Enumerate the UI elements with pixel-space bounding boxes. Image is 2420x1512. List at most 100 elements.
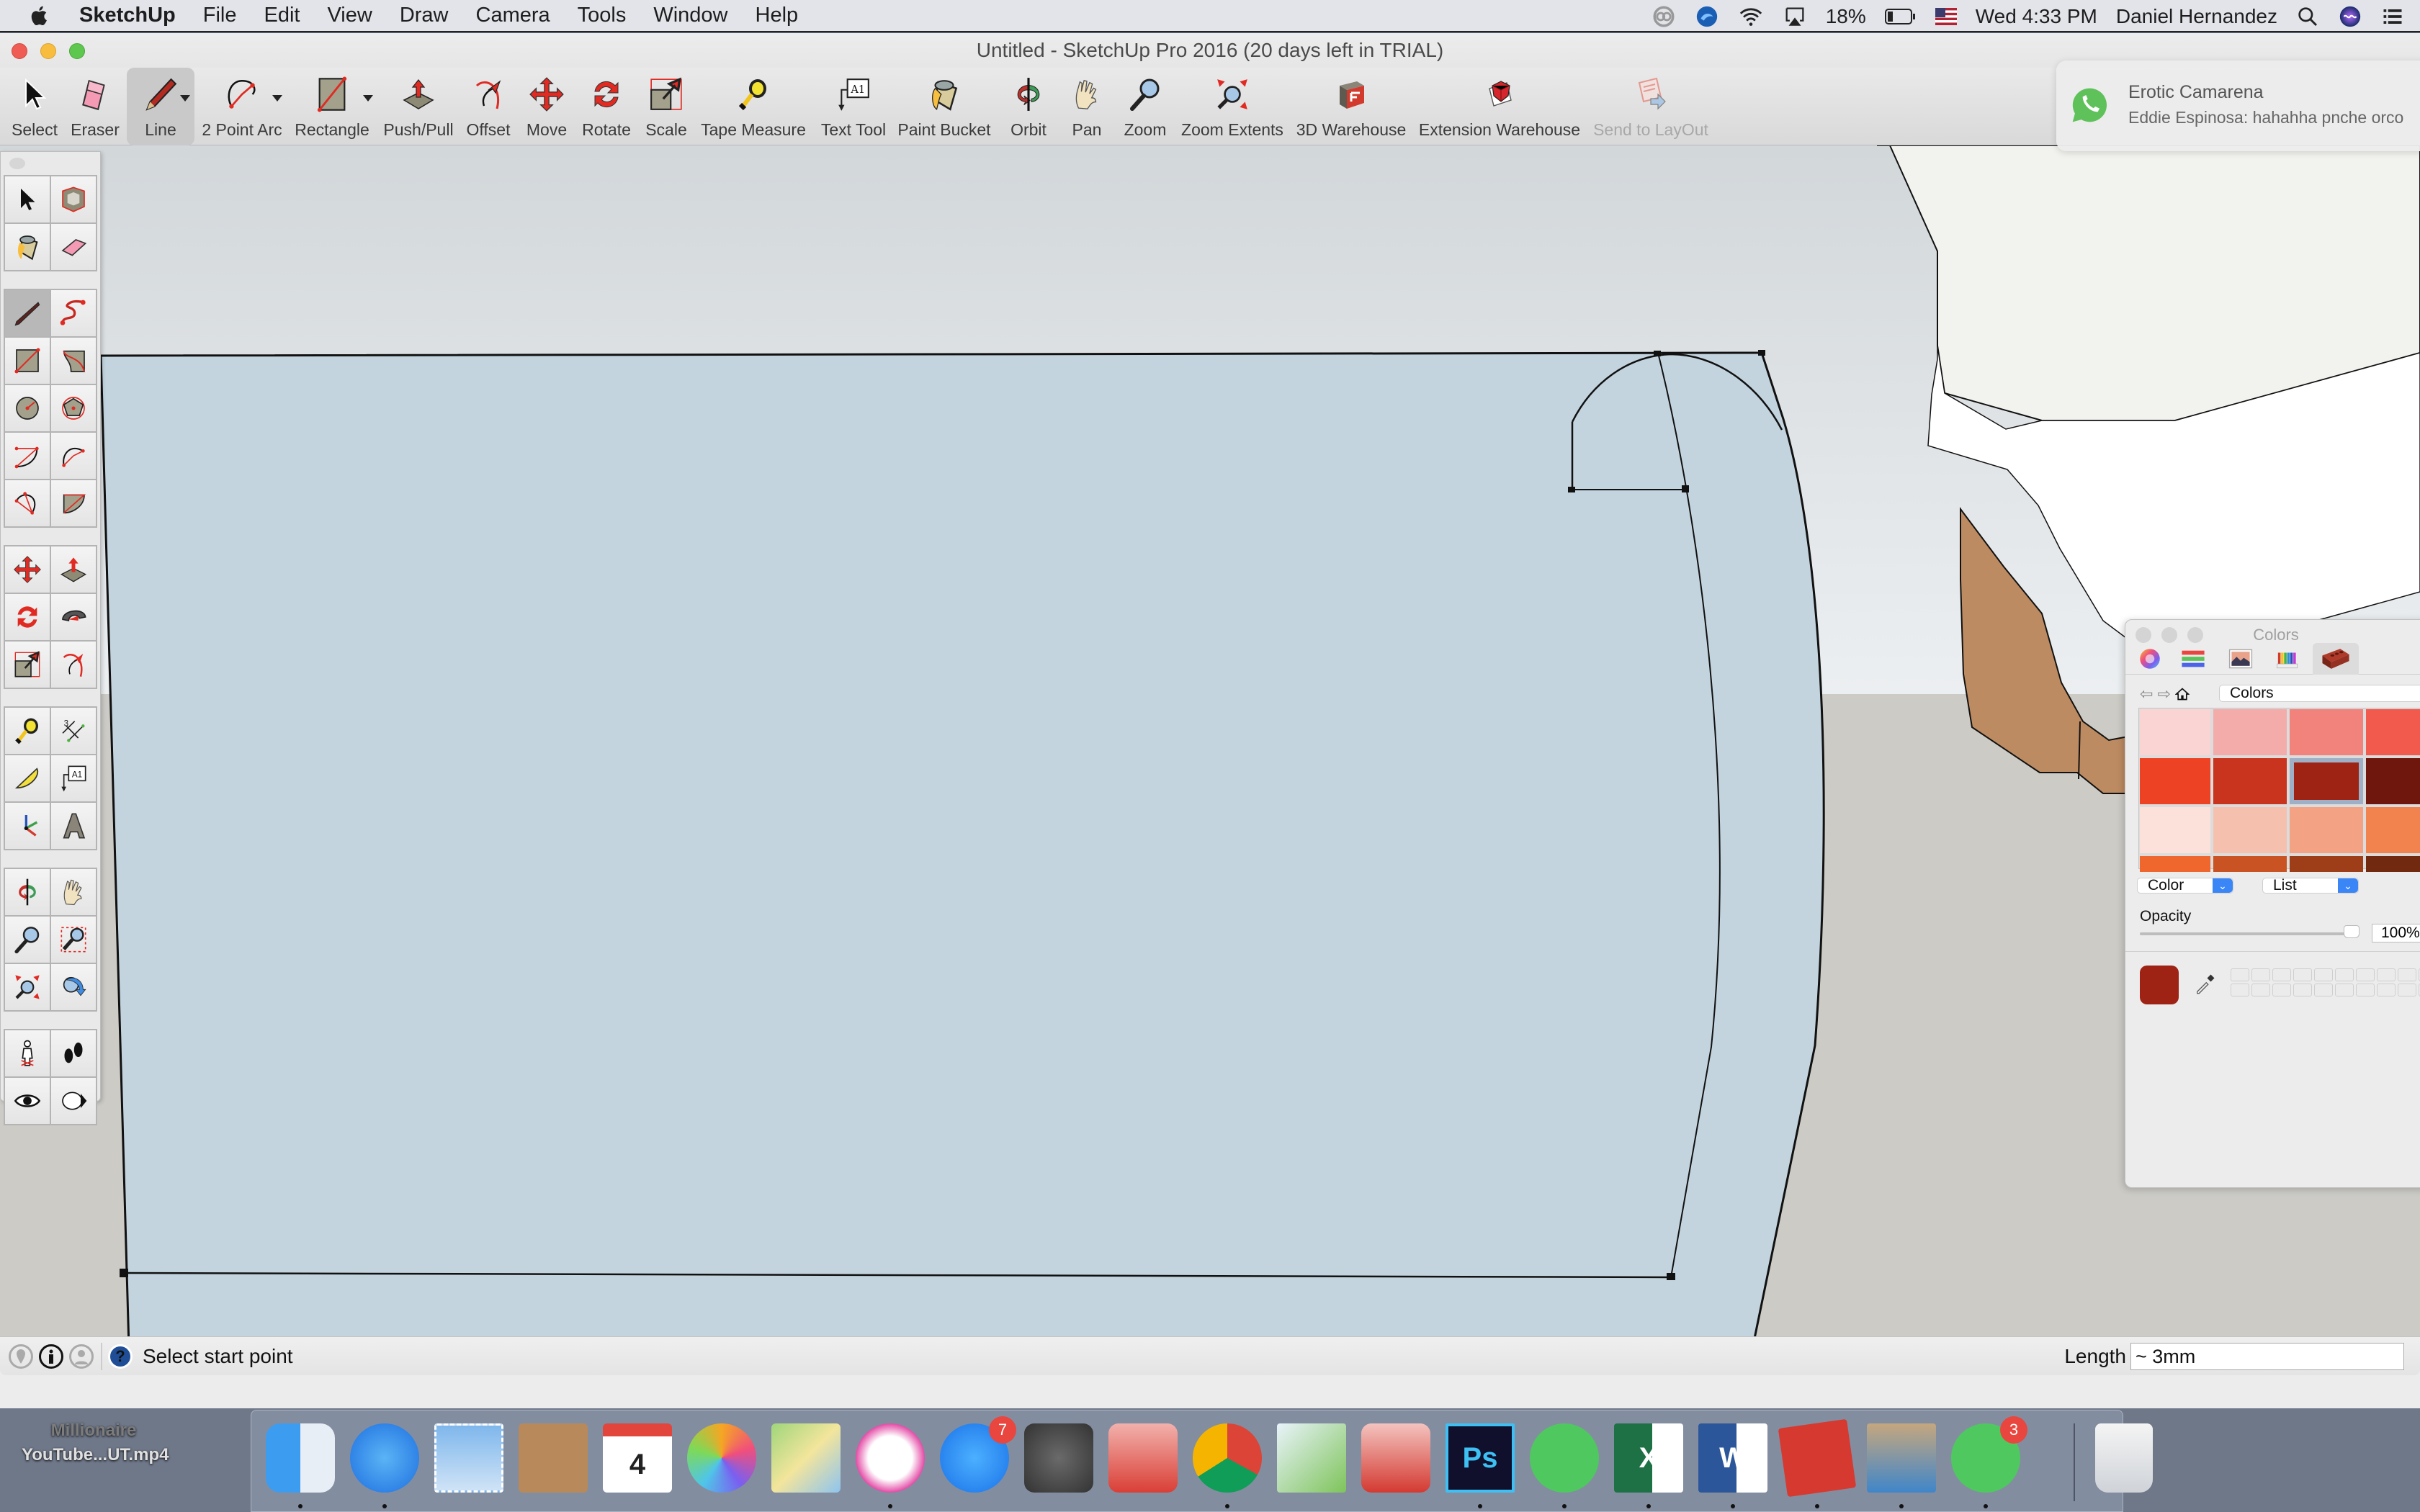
material-swatch[interactable] (2366, 709, 2420, 755)
geo-location-icon[interactable] (9, 1344, 33, 1369)
creative-cloud-icon[interactable] (1652, 4, 1676, 29)
contacts-icon[interactable] (519, 1423, 588, 1493)
tool-eraser[interactable]: Eraser (66, 68, 124, 145)
palette-rectangle[interactable] (5, 338, 50, 384)
tool-pan[interactable]: Pan (1062, 68, 1112, 145)
siri-icon[interactable] (2338, 4, 2362, 29)
custom-color-well[interactable] (2314, 968, 2333, 981)
home-icon[interactable] (2174, 687, 2190, 701)
custom-color-well[interactable] (2231, 984, 2249, 996)
photoshop-icon[interactable]: Ps (1446, 1423, 1515, 1493)
palette-close-button[interactable] (9, 158, 25, 169)
material-swatch[interactable] (2290, 758, 2363, 804)
tool-offset[interactable]: Offset (462, 68, 514, 145)
notification-center-icon[interactable] (2381, 6, 2404, 27)
view-select[interactable]: List ⌄ (2262, 878, 2359, 894)
palette-dimension[interactable]: 3 (51, 708, 96, 754)
menu-file[interactable]: File (203, 4, 237, 27)
menu-clock[interactable]: Wed 4:33 PM (1976, 5, 2097, 28)
maps-icon[interactable] (771, 1423, 841, 1493)
tool-zoom-extents[interactable]: Zoom Extents (1178, 68, 1286, 145)
palette-axes[interactable] (5, 803, 50, 849)
palette-pan[interactable] (51, 869, 96, 915)
chevron-down-icon[interactable] (180, 95, 190, 102)
mail-icon[interactable] (434, 1423, 503, 1493)
palette-arc[interactable] (5, 433, 50, 479)
material-swatch[interactable] (2213, 807, 2287, 853)
tab-sketchup-materials[interactable] (2313, 643, 2359, 675)
menu-app-sketchup[interactable]: SketchUp (79, 4, 176, 27)
tab-image-palettes[interactable] (2226, 643, 2255, 675)
autocad-red-icon[interactable] (1361, 1423, 1430, 1493)
custom-color-well[interactable] (2272, 968, 2291, 981)
main-face[interactable] (99, 351, 1825, 1369)
tool-paint-bucket[interactable]: Paint Bucket (897, 68, 991, 145)
wifi-icon[interactable] (1738, 4, 1764, 29)
custom-color-well[interactable] (2398, 968, 2416, 981)
tool-tape-measure[interactable]: Tape Measure (699, 68, 808, 145)
palette-orbit[interactable] (5, 869, 50, 915)
custom-color-well[interactable] (2293, 984, 2312, 996)
palette-titlebar[interactable] (1, 152, 100, 175)
tool-extension-warehouse[interactable]: Extension Warehouse (1416, 68, 1583, 145)
material-swatch[interactable] (2140, 709, 2210, 755)
battery-icon[interactable] (1884, 8, 1917, 25)
tab-color-wheel[interactable] (2136, 643, 2164, 675)
material-swatch[interactable] (2366, 856, 2420, 872)
tool-rotate[interactable]: Rotate (579, 68, 634, 145)
preview-icon[interactable] (1867, 1423, 1936, 1493)
palette-circle[interactable] (5, 385, 50, 431)
chevron-down-icon[interactable] (272, 95, 282, 102)
tool-line[interactable]: Line (127, 68, 194, 145)
tool-rectangle[interactable]: Rectangle (292, 68, 373, 145)
material-swatch[interactable] (2213, 856, 2287, 872)
custom-color-well[interactable] (2251, 984, 2270, 996)
palette-scale[interactable] (5, 642, 50, 688)
measurements-input[interactable]: ~ 3mm (2130, 1343, 2404, 1370)
palette-eraser[interactable] (51, 224, 96, 270)
palette-make-component[interactable] (51, 176, 96, 222)
custom-color-well[interactable] (2377, 968, 2396, 981)
menu-tools[interactable]: Tools (578, 4, 627, 27)
tool-3d-warehouse[interactable]: 3D Warehouse (1294, 68, 1409, 145)
spotlight-search-icon[interactable] (2296, 5, 2319, 28)
palette-look-around[interactable] (5, 1078, 50, 1124)
tool-orbit[interactable]: Orbit (1001, 68, 1056, 145)
app-store-icon[interactable]: 7 (940, 1416, 1016, 1493)
calendar-icon[interactable]: 4 (603, 1423, 672, 1493)
credits-icon[interactable] (39, 1344, 63, 1369)
custom-color-well[interactable] (2231, 968, 2249, 981)
menu-draw[interactable]: Draw (400, 4, 449, 27)
palette-offset[interactable] (51, 642, 96, 688)
custom-color-well[interactable] (2272, 984, 2291, 996)
whatsapp-icon[interactable]: 3 (1951, 1416, 2027, 1493)
menu-user[interactable]: Daniel Hernandez (2116, 5, 2277, 28)
chevron-down-icon[interactable] (363, 95, 373, 102)
material-swatch[interactable] (2290, 807, 2363, 853)
palette-tape-measure[interactable] (5, 708, 50, 754)
airplay-icon[interactable] (1783, 4, 1807, 29)
custom-color-well[interactable] (2251, 968, 2270, 981)
spotify-icon[interactable] (1530, 1423, 1599, 1493)
custom-color-well[interactable] (2356, 968, 2375, 981)
tab-pencils[interactable] (2274, 643, 2303, 675)
material-swatch[interactable] (2140, 807, 2210, 853)
tool-push-pull[interactable]: Push/Pull (382, 68, 455, 145)
palette-walk[interactable] (51, 1030, 96, 1076)
material-swatch[interactable] (2366, 758, 2420, 804)
forward-arrow-icon[interactable]: ⇨ (2157, 685, 2170, 703)
palette-text[interactable]: A1 (51, 755, 96, 801)
custom-color-well[interactable] (2377, 984, 2396, 996)
material-swatch[interactable] (2290, 856, 2363, 872)
sketchup-icon[interactable] (1778, 1418, 1857, 1498)
tool-2-point-arc[interactable]: 2 Point Arc (200, 68, 284, 145)
material-collection-select[interactable]: Colors (2219, 685, 2420, 702)
eyedropper-icon[interactable] (2195, 973, 2216, 994)
account-icon[interactable] (69, 1344, 94, 1369)
opacity-slider-knob[interactable] (2344, 925, 2360, 938)
palette-position-camera[interactable] (5, 1030, 50, 1076)
menu-view[interactable]: View (327, 4, 372, 27)
apple-icon[interactable] (27, 4, 52, 28)
menu-window[interactable]: Window (653, 4, 727, 27)
custom-color-well[interactable] (2356, 984, 2375, 996)
